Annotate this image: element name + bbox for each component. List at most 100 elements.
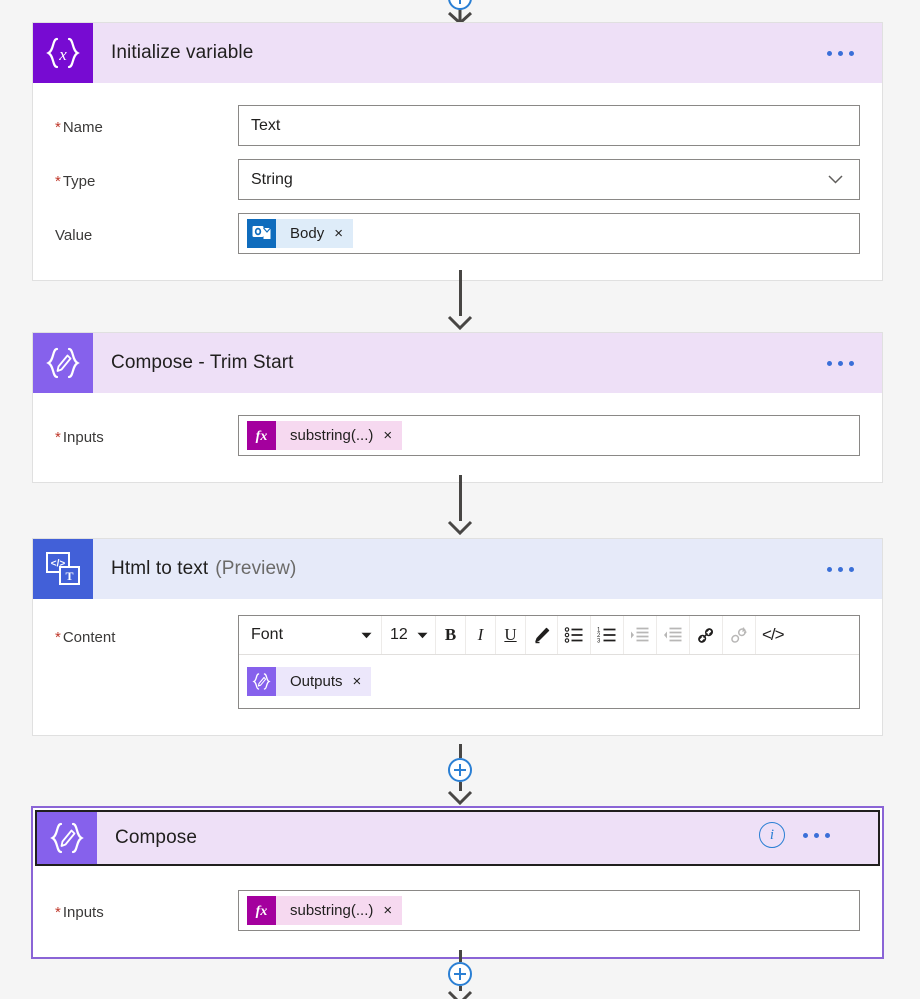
field-label-name: * Name xyxy=(55,119,103,136)
token-label: Body xyxy=(290,225,325,242)
font-size-value: 12 xyxy=(390,626,408,643)
card-body: * Content Font 12 B I U 1 2 3 </> Output… xyxy=(33,599,882,735)
code-view-glyph: </> xyxy=(762,625,785,644)
link-button[interactable] xyxy=(690,616,723,654)
card-title-text: Html to text xyxy=(111,558,209,579)
bold-button[interactable]: B xyxy=(436,616,466,654)
svg-text:fx: fx xyxy=(256,904,268,919)
arrow-down-icon xyxy=(447,315,473,330)
numbered-list-button[interactable]: 1 2 3 xyxy=(591,616,624,654)
token-label: substring(...) xyxy=(290,902,374,919)
card-menu-button[interactable] xyxy=(825,355,856,372)
highlight-button[interactable] xyxy=(526,616,558,654)
token-body: substring(...) × xyxy=(276,421,403,450)
rich-text-editor[interactable]: Font 12 B I U 1 2 3 </> Outputs × xyxy=(238,615,860,709)
token-remove-button[interactable]: × xyxy=(334,226,343,241)
add-step-button-bottom[interactable] xyxy=(448,962,472,986)
svg-text:fx: fx xyxy=(256,429,268,444)
action-card-compose-selected[interactable]: Compose i * Inputs fx substring(...) × xyxy=(31,806,884,959)
outlook-icon xyxy=(247,219,276,248)
required-asterisk: * xyxy=(55,629,61,646)
card-title: Html to text (Preview) xyxy=(93,539,825,599)
inputs-token-input[interactable]: fx substring(...) × xyxy=(238,415,860,456)
card-menu-button[interactable] xyxy=(825,561,856,578)
unlink-button[interactable] xyxy=(723,616,756,654)
action-card-compose-trim-start[interactable]: Compose - Trim Start * Inputs fx substri… xyxy=(32,332,883,483)
increase-indent-icon xyxy=(631,627,649,642)
card-title-text: Compose xyxy=(115,827,198,848)
connector-3-4 xyxy=(0,744,920,806)
token-chip-body[interactable]: Body × xyxy=(247,219,353,248)
field-label-content: * Content xyxy=(55,629,116,646)
card-header[interactable]: Compose xyxy=(35,810,880,866)
token-remove-button[interactable]: × xyxy=(383,428,392,443)
field-label-inputs: * Inputs xyxy=(55,429,104,446)
card-title: Initialize variable xyxy=(93,23,825,83)
info-icon[interactable]: i xyxy=(759,822,785,848)
increase-indent-button[interactable] xyxy=(624,616,657,654)
inputs-token-input[interactable]: fx substring(...) × xyxy=(238,890,860,931)
rich-text-content-area[interactable]: Outputs × xyxy=(239,655,859,708)
field-row-type: * Type String xyxy=(33,146,882,200)
svg-text:3: 3 xyxy=(597,639,601,645)
card-header[interactable]: x Initialize variable xyxy=(33,23,882,83)
token-label: Outputs xyxy=(290,673,343,690)
link-icon xyxy=(698,627,714,643)
flow-designer-canvas: x Initialize variable * Name Text * Type… xyxy=(0,0,920,999)
required-asterisk: * xyxy=(55,904,61,921)
braces-pencil-icon xyxy=(33,333,93,393)
field-control-content: Font 12 B I U 1 2 3 </> Outputs × xyxy=(238,615,860,709)
decrease-indent-icon xyxy=(664,627,682,642)
chevron-down-icon xyxy=(361,632,372,638)
decrease-indent-button[interactable] xyxy=(657,616,690,654)
card-header[interactable]: Compose - Trim Start xyxy=(33,333,882,393)
braces-pencil-icon xyxy=(37,812,97,864)
card-menu-button[interactable] xyxy=(825,45,856,62)
action-card-initialize-variable[interactable]: x Initialize variable * Name Text * Type… xyxy=(32,22,883,281)
code-view-button[interactable]: </> xyxy=(756,616,790,654)
token-label: substring(...) xyxy=(290,427,374,444)
action-card-html-to-text[interactable]: </> T Html to text (Preview) * Content F… xyxy=(32,538,883,736)
bulleted-list-button[interactable] xyxy=(558,616,591,654)
chevron-down-icon xyxy=(417,632,428,638)
connector-top xyxy=(0,0,920,24)
html-to-text-icon: </> T xyxy=(33,539,93,599)
card-header-actions xyxy=(825,333,882,393)
card-title-text: Compose - Trim Start xyxy=(111,352,294,373)
required-asterisk: * xyxy=(55,429,61,446)
type-select[interactable]: String xyxy=(238,159,860,200)
font-size-select[interactable]: 12 xyxy=(382,616,436,654)
token-remove-button[interactable]: × xyxy=(353,674,362,689)
font-family-select[interactable]: Font xyxy=(239,616,382,654)
field-row-inputs: * Inputs fx substring(...) × xyxy=(33,868,882,957)
token-chip-outputs[interactable]: Outputs × xyxy=(247,667,372,696)
rich-text-toolbar: Font 12 B I U 1 2 3 </> xyxy=(239,616,859,655)
token-remove-button[interactable]: × xyxy=(383,903,392,918)
token-chip-expression[interactable]: fx substring(...) × xyxy=(247,421,403,450)
name-input[interactable]: Text xyxy=(238,105,860,146)
token-body: Outputs × xyxy=(276,667,372,696)
field-label-inputs: * Inputs xyxy=(55,904,104,921)
chevron-down-icon xyxy=(828,175,843,184)
card-header[interactable]: </> T Html to text (Preview) xyxy=(33,539,882,599)
info-glyph: i xyxy=(769,826,775,843)
fx-icon: fx xyxy=(247,896,276,925)
type-select-value: String xyxy=(251,170,293,188)
underline-button[interactable]: U xyxy=(496,616,526,654)
token-chip-expression[interactable]: fx substring(...) × xyxy=(247,896,403,925)
required-asterisk: * xyxy=(55,119,61,136)
add-step-button-middle[interactable] xyxy=(448,758,472,782)
add-step-button-top[interactable] xyxy=(448,0,472,10)
card-body: * Inputs fx substring(...) × xyxy=(33,868,882,957)
card-menu-button[interactable] xyxy=(801,827,832,844)
card-title: Compose - Trim Start xyxy=(93,333,825,393)
field-control-inputs: fx substring(...) × xyxy=(238,415,860,456)
svg-text:T: T xyxy=(65,569,73,583)
token-body: substring(...) × xyxy=(276,896,403,925)
value-token-input[interactable]: Body × xyxy=(238,213,860,254)
italic-button[interactable]: I xyxy=(466,616,496,654)
svg-text:x: x xyxy=(58,45,67,64)
arrow-down-icon xyxy=(447,790,473,805)
field-row-name: * Name Text xyxy=(33,83,882,146)
field-control-type: String xyxy=(238,159,860,200)
